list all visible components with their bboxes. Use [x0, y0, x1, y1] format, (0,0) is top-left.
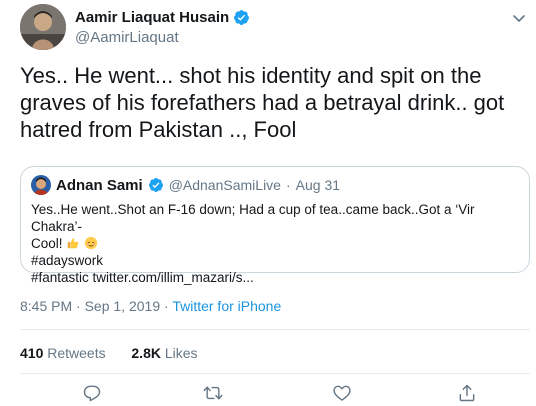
author-display-name[interactable]: Aamir Liaquat Husain — [75, 9, 229, 26]
quoted-author-avatar — [31, 175, 51, 195]
thumbs-up-emoji-icon — [68, 238, 79, 249]
tweet-time[interactable]: 8:45 PM — [20, 298, 72, 314]
likes-label: Likes — [164, 345, 198, 361]
source-separator: · — [164, 298, 169, 314]
divider-top — [20, 329, 530, 330]
quoted-tweet[interactable]: Adnan Sami @AdnanSamiLive · Aug 31 Yes..… — [20, 166, 530, 285]
action-bar — [0, 383, 536, 405]
quoted-tweet-header: Adnan Sami @AdnanSamiLive · Aug 31 — [31, 175, 519, 195]
retweet-icon[interactable] — [203, 383, 223, 403]
tweet-timestamp-row: 8:45 PM · Sep 1, 2019 · Twitter for iPho… — [20, 298, 281, 314]
tweet-source-link[interactable]: Twitter for iPhone — [172, 298, 281, 314]
quoted-date: Aug 31 — [295, 177, 341, 193]
relieved-face-emoji-icon — [84, 236, 98, 250]
likes-count: 2.8K — [131, 345, 161, 361]
time-separator: · — [76, 298, 81, 314]
quoted-link-line[interactable]: #fantastic twitter.com/illim_mazari/s... — [31, 269, 519, 286]
engagement-stats: 410 Retweets 2.8K Likes — [20, 345, 198, 361]
chevron-down-icon[interactable] — [511, 10, 527, 26]
divider-bottom — [20, 373, 530, 374]
verified-badge-icon — [234, 10, 250, 25]
retweets-stat[interactable]: 410 Retweets — [20, 345, 110, 361]
share-icon[interactable] — [457, 383, 477, 403]
tweet-card: Aamir Liaquat Husain @AamirLiaquat Yes..… — [0, 0, 536, 406]
likes-stat[interactable]: 2.8K Likes — [131, 345, 197, 361]
quoted-tweet-body: Yes..He went..Shot an F-16 down; Had a c… — [31, 201, 519, 286]
quoted-display-name: Adnan Sami — [56, 176, 143, 194]
tweet-date[interactable]: Sep 1, 2019 — [85, 298, 161, 314]
quoted-line-2: Cool! — [31, 235, 519, 252]
like-icon[interactable] — [332, 383, 352, 403]
retweets-count: 410 — [20, 345, 44, 361]
author-info: Aamir Liaquat Husain @AamirLiaquat — [75, 9, 250, 46]
retweets-label: Retweets — [47, 345, 106, 361]
tweet-text: Yes.. He went... shot his identity and s… — [20, 63, 505, 142]
author-avatar[interactable] — [20, 4, 66, 50]
quoted-handle: @AdnanSamiLive — [168, 177, 281, 193]
quoted-line-2-text: Cool! — [31, 236, 63, 251]
reply-icon[interactable] — [82, 383, 102, 403]
quoted-separator: · — [285, 177, 291, 193]
author-handle[interactable]: @AamirLiaquat — [75, 29, 250, 46]
verified-badge-icon — [148, 178, 163, 192]
quoted-hashtag[interactable]: #adayswork — [31, 252, 519, 269]
quoted-line-1: Yes..He went..Shot an F-16 down; Had a c… — [31, 202, 475, 234]
